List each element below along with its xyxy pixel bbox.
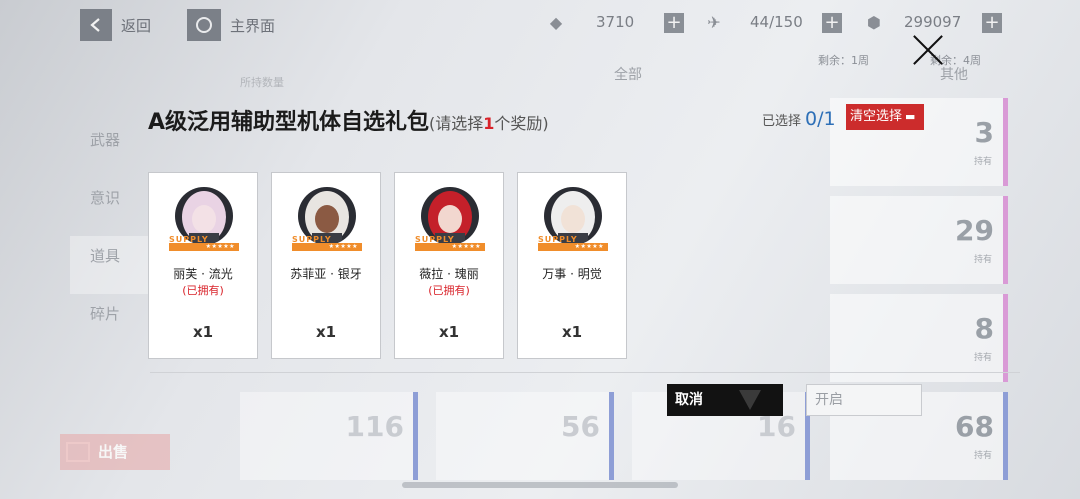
reward-card[interactable]: SUPPLY ★★★★★ 薇拉 · 瑰丽 (已拥有) x1 — [394, 172, 504, 359]
clear-selection-button[interactable]: 清空选择 ▬ — [846, 104, 924, 130]
dialog-subtitle: (请选择1个奖励) — [429, 114, 549, 133]
reward-card[interactable]: SUPPLY ★★★★★ 万事 · 明觉 x1 — [517, 172, 627, 359]
owned-badge: (已拥有) — [428, 284, 470, 297]
subtitle-suffix: 个奖励) — [494, 114, 549, 133]
ticket-icon: ◆ — [549, 13, 563, 32]
character-portrait: SUPPLY ★★★★★ — [169, 187, 239, 253]
reward-card[interactable]: SUPPLY ★★★★★ 苏菲亚 · 银牙 x1 — [271, 172, 381, 359]
item-count: 56 — [561, 410, 600, 443]
ticket-count: 3710 — [596, 13, 635, 31]
stamina-icon: ✈ — [707, 13, 721, 32]
rarity-stars: ★★★★★ — [574, 243, 604, 250]
inventory-card[interactable]: 116 — [240, 392, 418, 480]
eraser-icon: ▬ — [905, 110, 916, 123]
selected-value: 0/1 — [805, 108, 836, 130]
reward-card[interactable]: SUPPLY ★★★★★ 丽芙 · 流光 (已拥有) x1 — [148, 172, 258, 359]
rarity-stripe — [413, 392, 418, 480]
cancel-button[interactable]: 取消 — [667, 384, 783, 416]
owned-badge: (已拥有) — [182, 284, 224, 297]
gift-pack-dialog: A级泛用辅助型机体自选礼包(请选择1个奖励) 已选择 0/1 清空选择 ▬ SUPP… — [140, 72, 1020, 373]
home-button[interactable] — [187, 9, 221, 41]
card-quantity: x1 — [561, 323, 583, 341]
character-portrait: SUPPLY ★★★★★ — [538, 187, 608, 253]
add-stamina-button[interactable]: + — [822, 13, 842, 33]
card-quantity: x1 — [192, 323, 214, 341]
card-name: 万事 · 明觉 — [542, 267, 602, 281]
card-name: 苏菲亚 · 银牙 — [290, 267, 362, 281]
dialog-title: A级泛用辅助型机体自选礼包(请选择1个奖励) — [148, 104, 549, 136]
divider — [150, 372, 1020, 373]
supply-text: SUPPLY — [169, 235, 209, 244]
chevron-left-icon — [90, 18, 100, 32]
card-quantity: x1 — [438, 323, 460, 341]
rarity-stars: ★★★★★ — [451, 243, 481, 250]
subtitle-prefix: (请选择 — [429, 114, 484, 133]
coin-icon: ⬢ — [867, 13, 881, 32]
own-label: 持有 — [973, 451, 992, 461]
add-ticket-button[interactable]: + — [664, 13, 684, 33]
card-name: 薇拉 · 瑰丽 — [419, 267, 479, 281]
clear-label: 清空选择 — [850, 109, 903, 124]
selection-counter: 已选择 0/1 — [762, 108, 836, 130]
back-button[interactable] — [80, 9, 112, 41]
open-button[interactable]: 开启 — [806, 384, 922, 416]
rarity-stars: ★★★★★ — [328, 243, 358, 250]
coin-count: 299097 — [904, 13, 962, 31]
character-portrait: SUPPLY ★★★★★ — [415, 187, 485, 253]
selected-label: 已选择 — [762, 114, 802, 129]
rarity-stripe — [609, 392, 614, 480]
dialog-title-text: A级泛用辅助型机体自选礼包 — [148, 110, 430, 135]
supply-text: SUPPLY — [538, 235, 578, 244]
rarity-stripe — [1003, 392, 1008, 480]
rarity-stars: ★★★★★ — [205, 243, 235, 250]
subtitle-num: 1 — [483, 114, 495, 133]
item-count: 116 — [345, 410, 404, 443]
item-count: 68 — [955, 410, 994, 443]
home-icon — [196, 17, 212, 33]
sell-button[interactable]: 出售 — [60, 434, 170, 470]
close-icon[interactable] — [912, 34, 944, 66]
character-portrait: SUPPLY ★★★★★ — [292, 187, 362, 253]
supply-text: SUPPLY — [292, 235, 332, 244]
inventory-card[interactable]: 56 — [436, 392, 614, 480]
card-name: 丽芙 · 流光 — [173, 267, 233, 281]
supply-text: SUPPLY — [415, 235, 455, 244]
back-label[interactable]: 返回 — [121, 15, 151, 36]
remaining-info-left: 剩余：1周 — [818, 54, 869, 67]
stamina-count: 44/150 — [750, 13, 803, 31]
scrollbar[interactable] — [402, 482, 678, 488]
add-coin-button[interactable]: + — [982, 13, 1002, 33]
card-quantity: x1 — [315, 323, 337, 341]
home-label[interactable]: 主界面 — [230, 15, 275, 36]
